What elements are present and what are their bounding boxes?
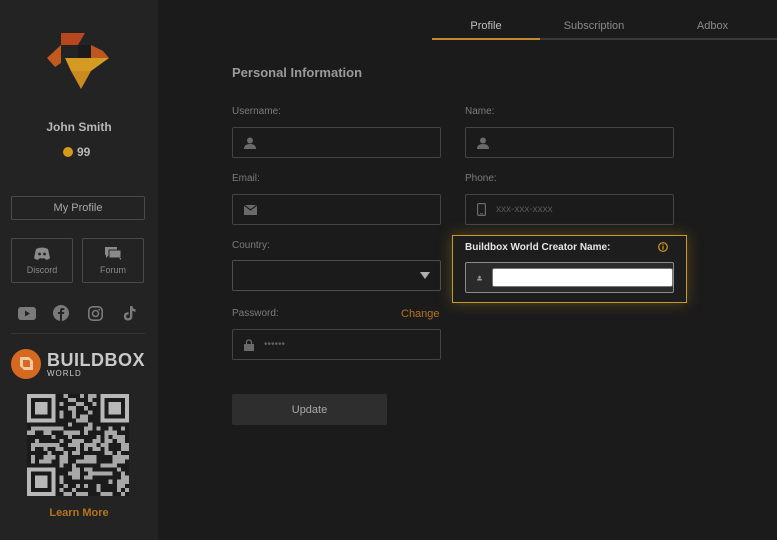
email-input[interactable] (267, 204, 417, 215)
phone-label: Phone: (465, 173, 497, 184)
username-label: Username: (232, 106, 281, 117)
tab-adbox[interactable]: Adbox (648, 20, 777, 32)
email-field[interactable] (232, 194, 441, 225)
section-title: Personal Information (232, 65, 363, 80)
name-label: Name: (465, 106, 495, 117)
creator-name-label: Buildbox World Creator Name: (465, 242, 611, 253)
creator-name-input[interactable] (492, 268, 673, 287)
coin-balance: 99 (63, 145, 90, 159)
sidebar: John Smith 99 My Profile Discord Forum B… (0, 0, 158, 540)
lock-icon (244, 338, 254, 351)
email-label: Email: (232, 173, 260, 184)
buildbox-world-logo: BUILDBOX WORLD (11, 349, 145, 379)
name-input[interactable] (499, 137, 649, 148)
phone-field[interactable] (465, 194, 674, 225)
user-icon (477, 137, 489, 149)
name-field[interactable] (465, 127, 674, 158)
buildbox-logo-icon (11, 349, 41, 379)
country-label: Country: (232, 240, 270, 251)
password-value: •••••• (264, 339, 286, 350)
user-icon (244, 137, 256, 149)
coin-count: 99 (77, 145, 91, 159)
instagram-icon[interactable] (86, 305, 104, 321)
password-label: Password: (232, 308, 279, 319)
creator-name-panel: Buildbox World Creator Name: (452, 235, 687, 303)
phone-icon (477, 203, 486, 216)
brand-sub: WORLD (47, 368, 82, 378)
discord-label: Discord (26, 264, 58, 275)
user-icon (477, 275, 482, 280)
update-button[interactable]: Update (232, 394, 387, 425)
chevron-down-icon (420, 272, 430, 279)
phone-input[interactable] (496, 204, 646, 215)
country-select[interactable] (232, 260, 441, 291)
discord-button[interactable]: Discord (11, 238, 73, 283)
envelope-icon (244, 204, 257, 215)
username-input[interactable] (266, 137, 416, 148)
change-password-link[interactable]: Change (401, 308, 440, 320)
info-icon[interactable] (658, 242, 668, 252)
social-links (18, 305, 138, 321)
forum-label: Forum (99, 265, 126, 275)
forum-button[interactable]: Forum (82, 238, 144, 283)
tab-subscription[interactable]: Subscription (540, 20, 648, 32)
user-name: John Smith (46, 120, 112, 134)
username-field[interactable] (232, 127, 441, 158)
forum-icon (105, 247, 122, 260)
discord-icon (34, 247, 50, 260)
tab-profile[interactable]: Profile (432, 20, 540, 32)
facebook-icon[interactable] (52, 305, 70, 321)
brand-name: BUILDBOX (47, 349, 145, 370)
tab-active-indicator (432, 38, 540, 40)
learn-more-link[interactable]: Learn More (0, 507, 158, 519)
creator-name-field[interactable] (465, 262, 674, 293)
qr-code (27, 394, 129, 496)
coin-icon (63, 147, 73, 157)
profile-tabs: Profile Subscription Adbox (432, 20, 777, 40)
youtube-icon[interactable] (18, 305, 36, 321)
sidebar-divider (11, 333, 145, 334)
password-field[interactable]: •••••• (232, 329, 441, 360)
my-profile-button[interactable]: My Profile (11, 196, 145, 220)
tiktok-icon[interactable] (120, 305, 138, 321)
app-logo-icon (47, 33, 109, 89)
